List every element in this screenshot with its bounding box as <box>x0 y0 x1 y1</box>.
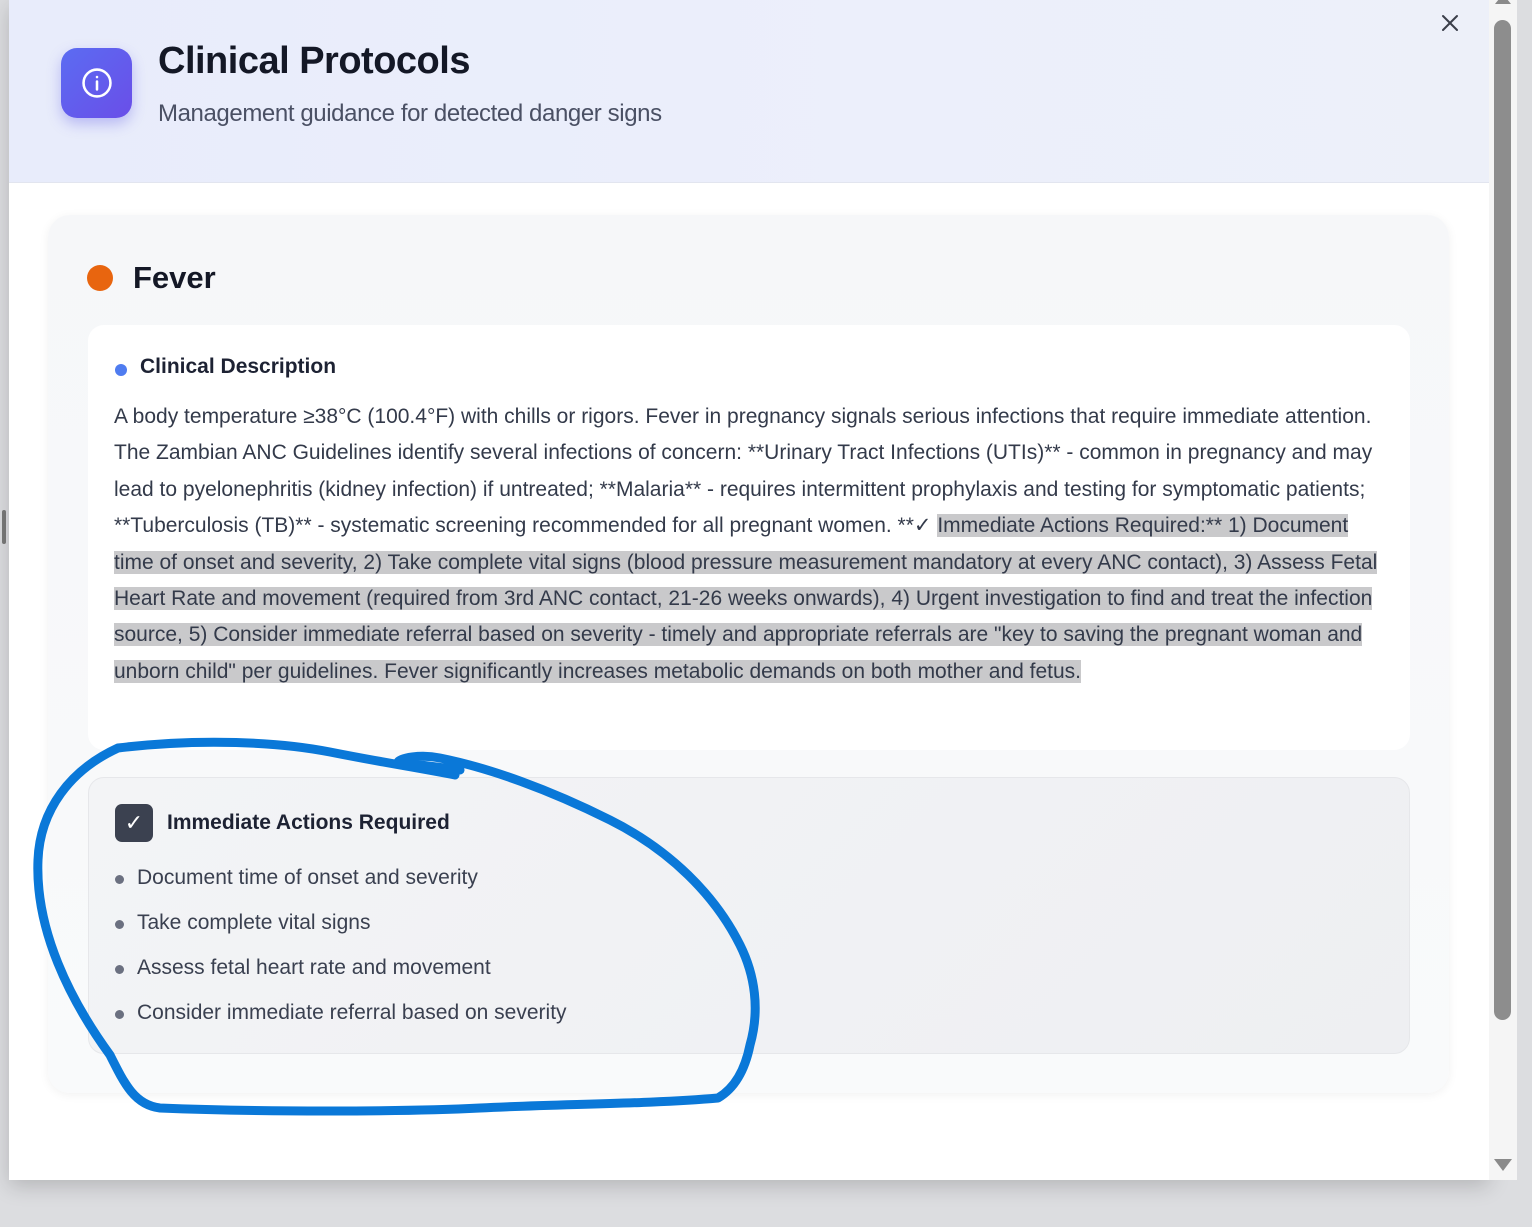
action-item-text: Take complete vital signs <box>137 911 371 934</box>
danger-sign-card: Fever Clinical Description A body temper… <box>48 215 1449 1093</box>
action-item: Take complete vital signs <box>115 908 567 953</box>
vertical-scrollbar[interactable] <box>1489 0 1517 1180</box>
modal-title: Clinical Protocols <box>158 40 470 82</box>
severity-indicator-dot <box>87 265 113 291</box>
description-text-selected: Immediate Actions Required:** 1) Documen… <box>114 514 1378 683</box>
immediate-actions-list: Document time of onset and severity Take… <box>115 863 567 1043</box>
bullet-icon <box>115 875 124 884</box>
action-item: Consider immediate referral based on sev… <box>115 998 567 1043</box>
action-item-text: Assess fetal heart rate and movement <box>137 956 491 979</box>
info-circle-icon <box>61 48 132 118</box>
modal-header: Clinical Protocols Management guidance f… <box>9 0 1489 183</box>
immediate-actions-panel: ✓ Immediate Actions Required Document ti… <box>88 777 1410 1054</box>
bullet-icon <box>115 1010 124 1019</box>
modal-subtitle: Management guidance for detected danger … <box>158 100 662 127</box>
clinical-description-label: Clinical Description <box>140 355 337 378</box>
bullet-icon <box>115 920 124 929</box>
scrollbar-thumb[interactable] <box>1494 20 1511 1020</box>
description-bullet-icon <box>115 364 127 376</box>
bullet-icon <box>115 965 124 974</box>
clinical-protocols-modal: Clinical Protocols Management guidance f… <box>9 0 1489 1180</box>
clinical-description-text[interactable]: A body temperature ≥38°C (100.4°F) with … <box>114 399 1384 690</box>
action-item-text: Consider immediate referral based on sev… <box>137 1001 567 1024</box>
clinical-description-panel: Clinical Description A body temperature … <box>88 325 1410 750</box>
immediate-actions-title: Immediate Actions Required <box>167 811 450 834</box>
scroll-down-arrow-icon[interactable] <box>1494 1159 1512 1171</box>
danger-sign-title: Fever <box>133 260 216 295</box>
close-button[interactable] <box>1435 8 1465 38</box>
scroll-up-arrow-icon[interactable] <box>1495 0 1511 4</box>
action-item: Assess fetal heart rate and movement <box>115 953 567 998</box>
window-resize-handle[interactable] <box>2 510 6 544</box>
close-icon <box>1442 15 1458 31</box>
action-item-text: Document time of onset and severity <box>137 866 478 889</box>
checkbox-check-icon: ✓ <box>115 804 153 842</box>
action-item: Document time of onset and severity <box>115 863 567 908</box>
